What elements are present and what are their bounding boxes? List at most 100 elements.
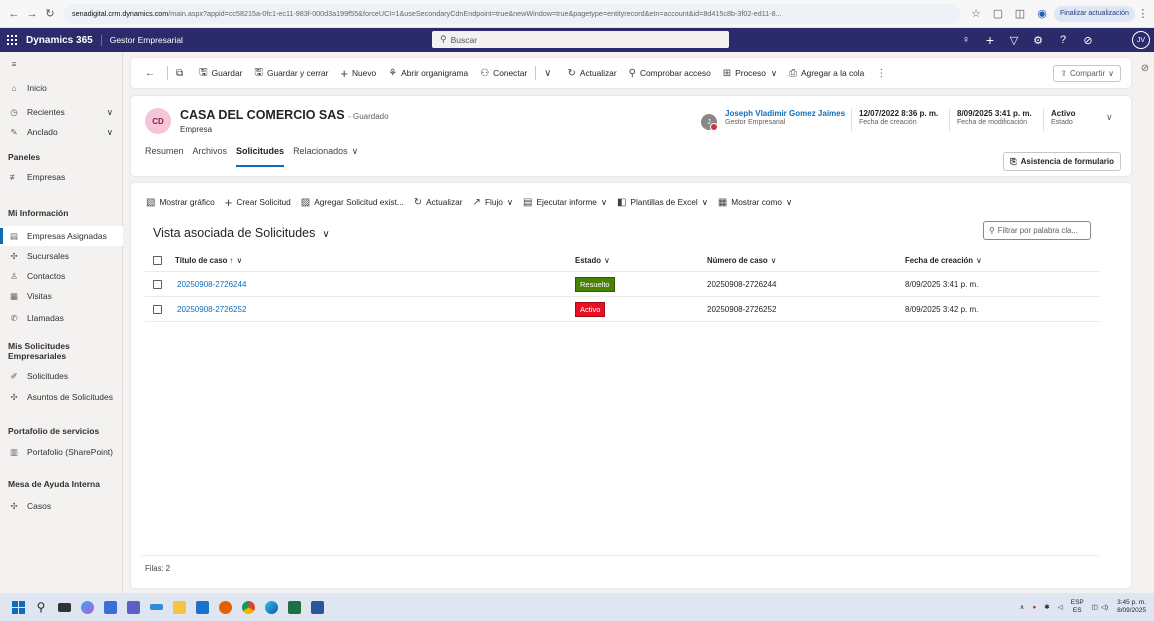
column-header-number[interactable]: Número de caso ∨ (707, 249, 776, 271)
select-all-checkbox[interactable] (153, 249, 162, 271)
sidebar-item-asuntos[interactable]: ✣ Asuntos de Solicitudes (0, 387, 123, 407)
sidebar-item-contactos[interactable]: ♙ Contactos (0, 266, 123, 286)
show-chart-button[interactable]: ▧ Mostrar gráfico (141, 191, 220, 213)
view-selector[interactable]: Vista asociada de Solicitudes ∨ (153, 226, 330, 240)
bluetooth-icon[interactable]: ✱ (1044, 603, 1049, 611)
gear-icon[interactable]: ⚙ (1030, 32, 1046, 48)
table-row[interactable]: 20250908-2726252 Activo 20250908-2726252… (145, 297, 1100, 322)
checkbox[interactable] (153, 279, 162, 289)
star-icon[interactable]: ☆ (968, 6, 984, 22)
user-avatar[interactable]: JV (1132, 31, 1150, 49)
column-header-title[interactable]: Título de caso ↑ ∨ (175, 249, 242, 271)
chevron-up-icon[interactable]: ∧ (1020, 603, 1025, 611)
tab-relacionados[interactable]: Relacionados ∨ (293, 146, 358, 168)
sidebar-item-recientes[interactable]: ◷ Recientes ∨ (0, 102, 123, 122)
lightbulb-icon[interactable]: ♀ (958, 32, 974, 48)
update-button[interactable]: Finalizar actualización (1054, 5, 1135, 22)
search-icon[interactable]: ⚲ (31, 597, 51, 617)
split-screen-icon[interactable]: ◫ (1012, 6, 1028, 22)
overflow-button[interactable]: ⋮ (870, 62, 896, 84)
owner-field[interactable]: Joseph Vladimir Gomez Jaimes Gestor Empr… (725, 109, 845, 126)
queue-button[interactable]: ⎙ Agregar a la cola (783, 62, 870, 84)
chrome-icon[interactable] (238, 597, 258, 617)
excel-app-icon[interactable] (284, 597, 304, 617)
store-icon[interactable] (100, 597, 120, 617)
global-search-input[interactable]: ⚲ Buscar (432, 31, 729, 48)
show-as-button[interactable]: ▦ Mostrar como ∨ (713, 191, 797, 213)
keyword-filter-input[interactable]: ⚲ Filtrar por palabra cla... (983, 221, 1091, 240)
sidebar-item-empresas[interactable]: ≢ Empresas (0, 167, 123, 187)
reload-icon[interactable]: ↻ (42, 6, 58, 22)
refresh-button[interactable]: ↻ Actualizar (561, 62, 622, 84)
sidebar-item-sucursales[interactable]: ✣ Sucursales (0, 246, 123, 266)
save-button[interactable]: 🖫 Guardar (193, 62, 248, 84)
copilot-icon[interactable]: ⊘ (1080, 32, 1096, 48)
sidebar-item-anclado[interactable]: ✎ Anclado ∨ (0, 122, 123, 142)
sidebar-item-inicio[interactable]: ⌂ Inicio (0, 78, 123, 98)
clock[interactable]: 3:45 p. m. 8/09/2025 (1117, 599, 1146, 615)
forward-icon[interactable]: → (24, 6, 40, 22)
word-app-icon[interactable] (307, 597, 327, 617)
teams-icon[interactable] (123, 597, 143, 617)
add-existing-button[interactable]: ▨ Agregar Solicitud exist... (296, 191, 409, 213)
filter-icon[interactable]: ▽ (1006, 32, 1022, 48)
task-view-icon[interactable] (54, 597, 74, 617)
waffle-icon[interactable] (0, 35, 24, 45)
connect-button[interactable]: ⚇ Conectar (474, 62, 533, 84)
sidebar-item-visitas[interactable]: ▦ Visitas (0, 286, 123, 306)
address-bar[interactable]: senadigital.crm.dynamics.com/main.aspx?a… (64, 3, 960, 24)
popout-button[interactable]: ⧉ (170, 62, 193, 84)
wifi-icon[interactable]: ◫ (1092, 603, 1098, 611)
windows-start-icon[interactable] (8, 597, 28, 617)
sidebar-item-solicitudes[interactable]: ✐ Solicitudes (0, 366, 123, 386)
row-checkbox[interactable] (153, 297, 162, 321)
plus-icon[interactable]: + (982, 32, 998, 48)
profile-icon[interactable]: ◉ (1034, 6, 1050, 22)
sidebar-item-empresas-asignadas[interactable]: ▤ Empresas Asignadas (0, 226, 123, 246)
back-button[interactable]: ← (139, 62, 165, 84)
sidebar-item-llamadas[interactable]: ✆ Llamadas (0, 308, 123, 328)
header-expand-icon[interactable]: ∨ (1106, 112, 1113, 123)
tab-archivos[interactable]: Archivos (193, 146, 228, 168)
form-assist-button[interactable]: ⎘ Asistencia de formulario (1003, 152, 1121, 171)
column-header-status[interactable]: Estado ∨ (575, 249, 610, 271)
volume-icon[interactable]: ◁) (1101, 603, 1108, 611)
whiteboard-icon[interactable] (146, 597, 166, 617)
hamburger-menu[interactable]: ≡ (0, 54, 123, 74)
share-button[interactable]: ⇪ Compartir ∨ (1053, 65, 1121, 82)
subgrid-refresh-button[interactable]: ↻ Actualizar (409, 191, 468, 213)
tab-solicitudes[interactable]: Solicitudes (236, 146, 285, 168)
outlook-icon[interactable] (192, 597, 212, 617)
row-checkbox[interactable] (153, 272, 162, 296)
more-icon[interactable]: ⋮ (1135, 6, 1151, 22)
extensions-icon[interactable]: ▢ (990, 6, 1006, 22)
checkbox[interactable] (153, 255, 162, 265)
create-request-button[interactable]: + Crear Solicitud (220, 191, 296, 213)
owner-avatar[interactable]: J (701, 114, 718, 131)
tab-resumen[interactable]: Resumen (145, 146, 184, 168)
connect-dropdown[interactable]: ∨ (538, 62, 561, 84)
save-close-button[interactable]: 🖫 Guardar y cerrar (248, 62, 334, 84)
table-row[interactable]: 20250908-2726244 Resuelto 20250908-27262… (145, 272, 1100, 297)
product-name[interactable]: Dynamics 365 (24, 34, 102, 46)
copilot-app-icon[interactable] (77, 597, 97, 617)
antivirus-icon[interactable]: ● (1032, 604, 1036, 611)
sidebar-item-casos[interactable]: ✣ Casos (0, 496, 123, 516)
flow-button[interactable]: ↗ Flujo ∨ (468, 191, 518, 213)
checkbox[interactable] (153, 304, 162, 314)
case-title-link[interactable]: 20250908-2726252 (177, 297, 246, 321)
file-explorer-icon[interactable] (169, 597, 189, 617)
edge-icon[interactable] (261, 597, 281, 617)
new-button[interactable]: + Nuevo (334, 62, 382, 84)
column-header-created[interactable]: Fecha de creación ∨ (905, 249, 982, 271)
case-title-link[interactable]: 20250908-2726244 (177, 272, 246, 296)
app-name[interactable]: Gestor Empresarial (102, 35, 183, 45)
check-access-button[interactable]: ⚲ Comprobar acceso (623, 62, 717, 84)
org-chart-button[interactable]: ⚘ Abrir organigrama (382, 62, 474, 84)
send-icon[interactable]: ◁ (1058, 603, 1063, 611)
help-icon[interactable]: ? (1055, 32, 1071, 48)
owner-name[interactable]: Joseph Vladimir Gomez Jaimes (725, 109, 845, 118)
language-indicator[interactable]: ESP ES (1071, 599, 1084, 615)
process-button[interactable]: ⊞ Proceso ∨ (717, 62, 783, 84)
excel-templates-button[interactable]: ◧ Plantillas de Excel ∨ (612, 191, 713, 213)
